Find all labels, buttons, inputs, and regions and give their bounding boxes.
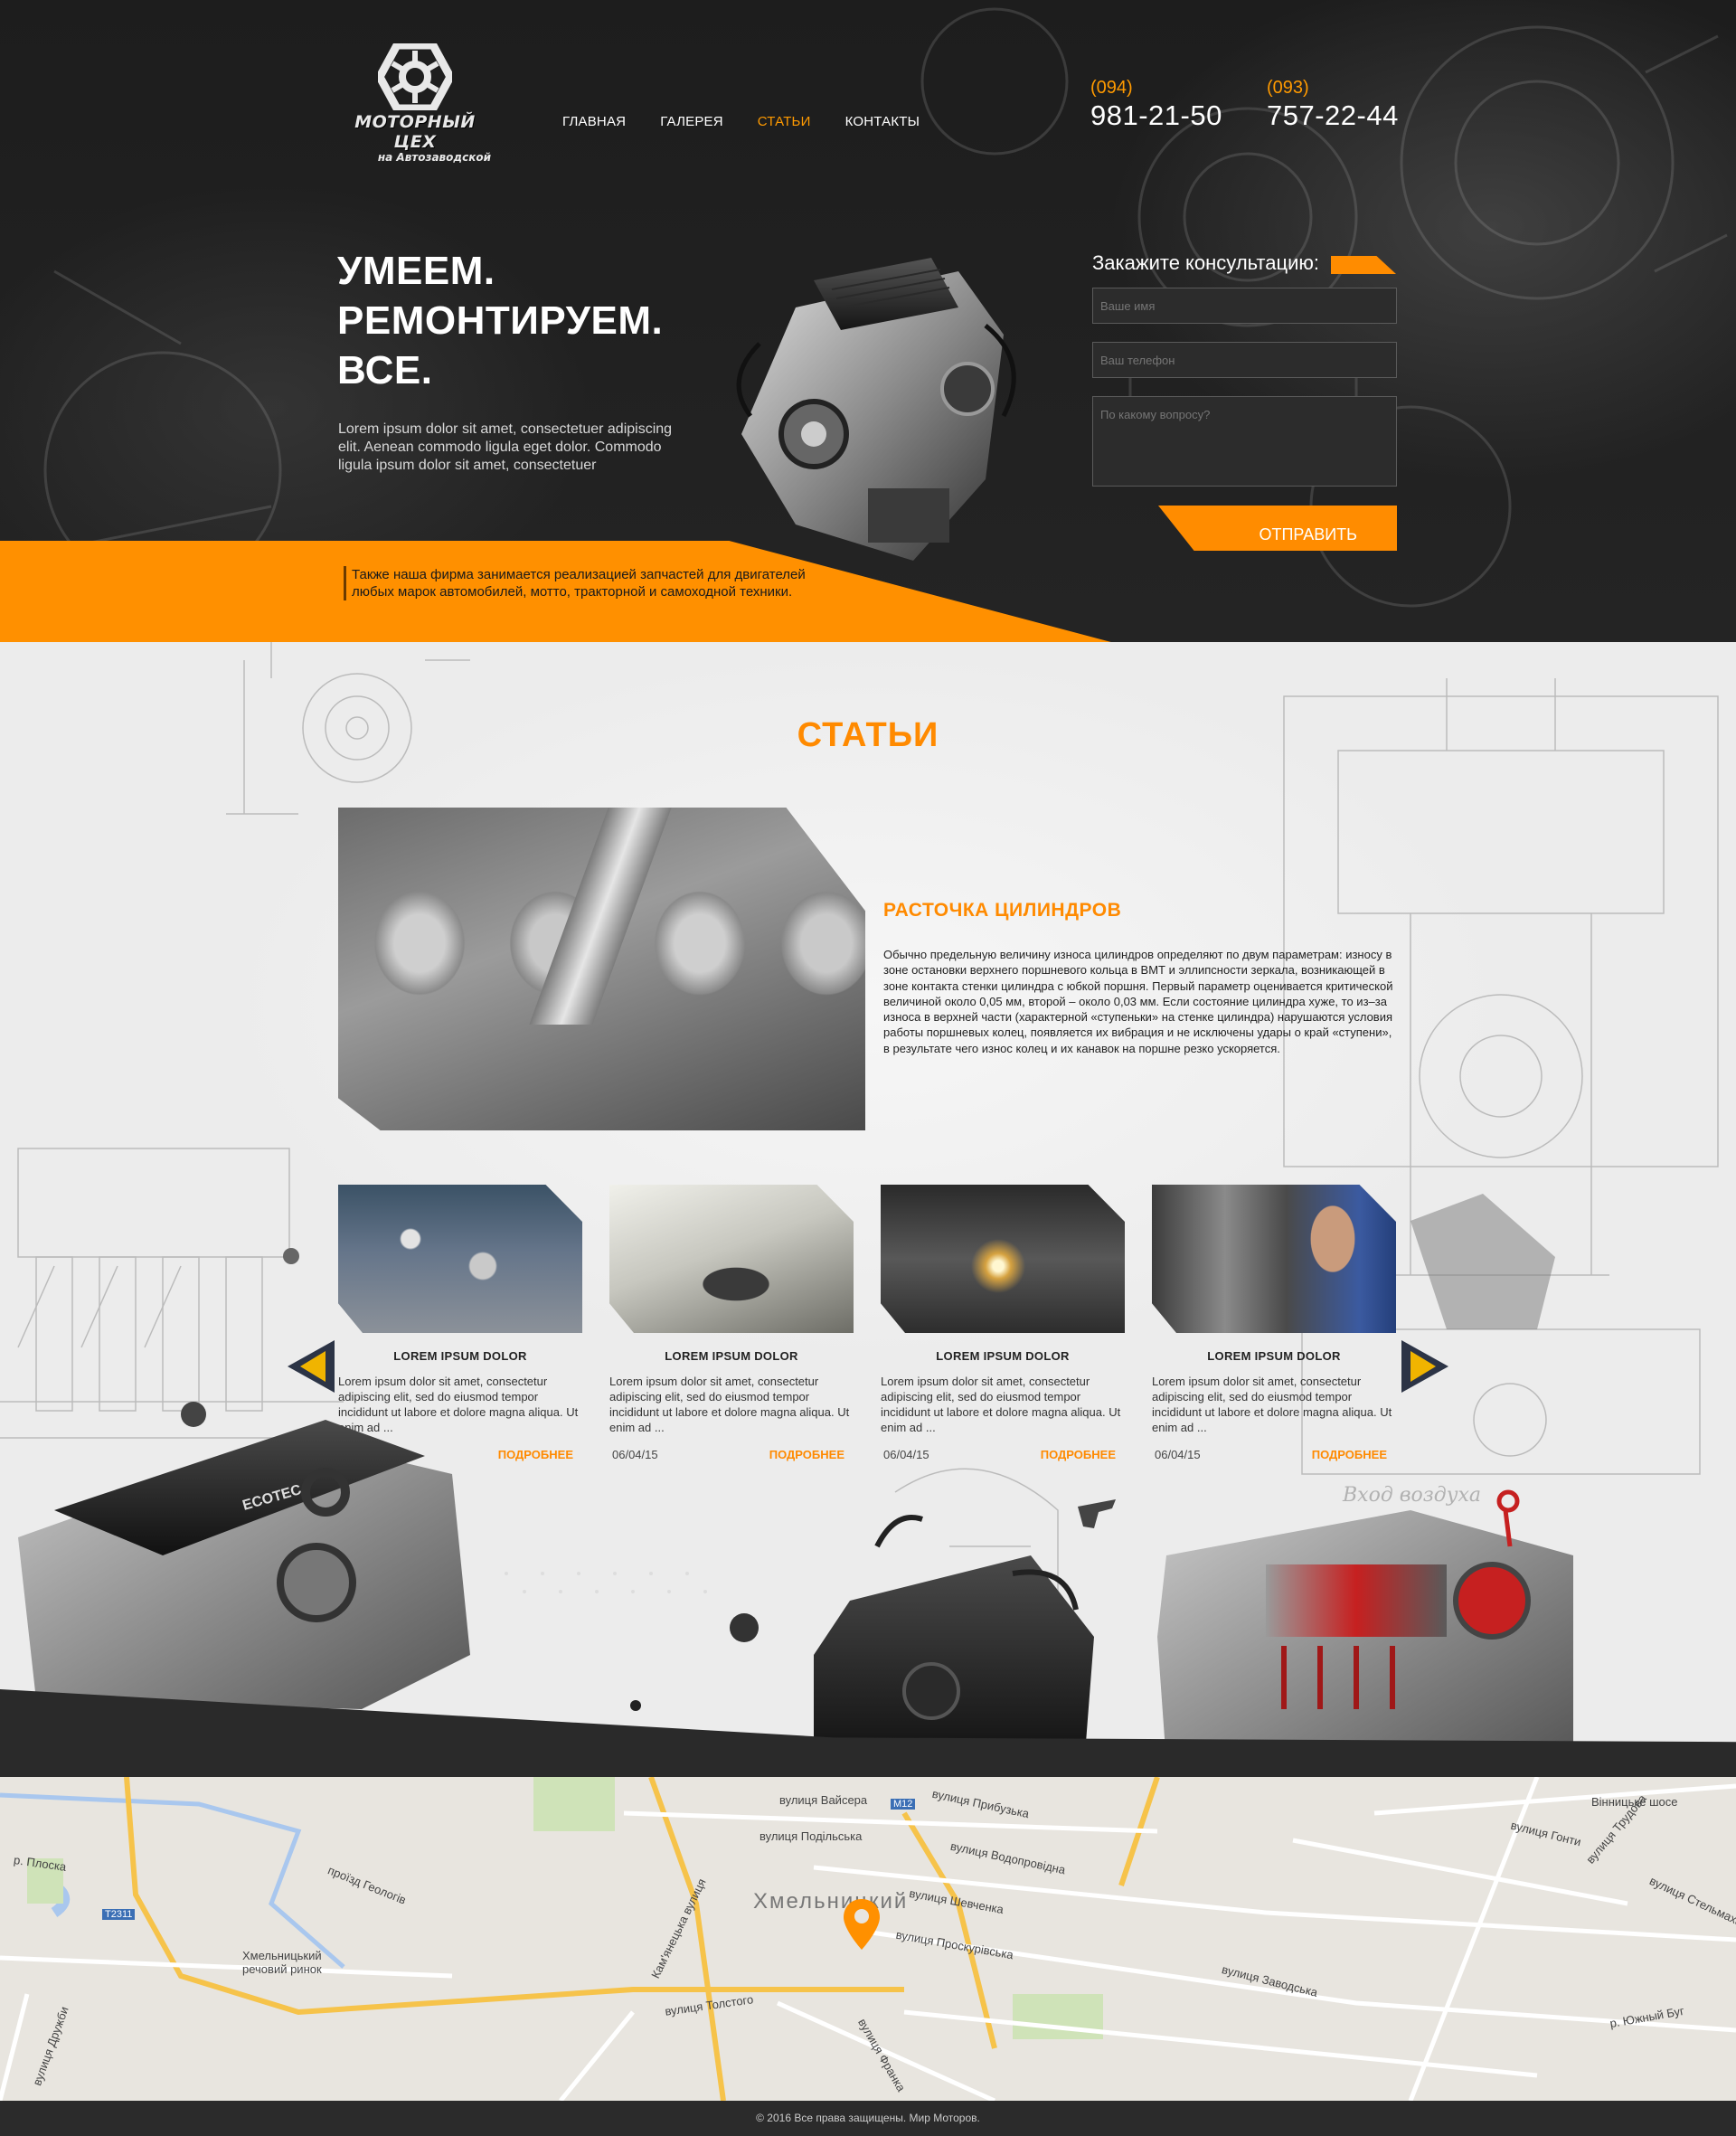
phone-1-number: 981-21-50 xyxy=(1090,99,1222,131)
article-card-more-link[interactable]: ПОДРОБНЕЕ xyxy=(498,1448,582,1461)
blueprint-background: Вход воздуха xyxy=(0,642,1719,1593)
article-card[interactable]: LOREM IPSUM DOLOR Lorem ipsum dolor sit … xyxy=(1152,1185,1396,1461)
featured-article-text: Обычно предельную величину износа цилинд… xyxy=(883,948,1393,1055)
engine-image xyxy=(736,258,1016,561)
articles-section: Вход воздуха СТАТЬИ РАСТОЧКА ЦИЛИНДРОВ О… xyxy=(0,642,1736,1777)
article-card-date: 06/04/15 xyxy=(341,1448,387,1461)
article-card-image[interactable] xyxy=(881,1185,1125,1333)
article-card[interactable]: LOREM IPSUM DOLOR Lorem ipsum dolor sit … xyxy=(609,1185,854,1461)
boring-tool-shape xyxy=(529,808,672,1025)
blueprint-label: Вход воздуха xyxy=(1342,1484,1481,1507)
map-road-badge: M12 xyxy=(891,1799,916,1810)
carousel-next-arrow-icon[interactable] xyxy=(1401,1340,1448,1393)
map-street-label: вулиця Вайсера xyxy=(779,1793,868,1807)
phone-2-number: 757-22-44 xyxy=(1267,99,1399,131)
article-card-image[interactable] xyxy=(609,1185,854,1333)
article-card-meta: 06/04/15 ПОДРОБНЕЕ xyxy=(338,1448,582,1461)
article-card-text: Lorem ipsum dolor sit amet, consectetur … xyxy=(881,1375,1121,1434)
featured-article-image[interactable] xyxy=(338,808,865,1130)
section-title: СТАТЬИ xyxy=(797,716,939,754)
location-map[interactable]: Хмельницкий вулиця Вайсера вулиця Поділь… xyxy=(0,1777,1736,2101)
article-card-image[interactable] xyxy=(1152,1185,1396,1333)
article-card-title[interactable]: LOREM IPSUM DOLOR xyxy=(1152,1349,1396,1363)
logo-title: МОТОРНЫЙ ЦЕХ xyxy=(354,112,476,152)
article-card-title[interactable]: LOREM IPSUM DOLOR xyxy=(609,1349,854,1363)
featured-article-title[interactable]: РАСТОЧКА ЦИЛИНДРОВ xyxy=(883,900,1121,922)
hero-headline: УМЕЕМ. РЕМОНТИРУЕМ. ВСЕ. xyxy=(337,246,663,395)
main-nav: ГЛАВНАЯ ГАЛЕРЕЯ СТАТЬИ КОНТАКТЫ xyxy=(562,114,920,129)
map-city-label: Хмельницкий xyxy=(753,1889,909,1914)
article-card-text: Lorem ipsum dolor sit amet, consectetur … xyxy=(1152,1375,1392,1434)
submit-button[interactable]: ОТПРАВИТЬ xyxy=(1158,506,1397,551)
nav-item-gallery[interactable]: ГАЛЕРЕЯ xyxy=(660,114,723,129)
nav-item-contacts[interactable]: КОНТАКТЫ xyxy=(845,114,920,129)
article-card-image[interactable] xyxy=(338,1185,582,1333)
article-card-more-link[interactable]: ПОДРОБНЕЕ xyxy=(769,1448,854,1461)
map-market-label: Хмельницький речовий ринок xyxy=(242,1949,322,1976)
article-card-text: Lorem ipsum dolor sit amet, consectetur … xyxy=(609,1375,850,1434)
map-street-label: вулиця Подільська xyxy=(760,1829,863,1843)
article-card-more-link[interactable]: ПОДРОБНЕЕ xyxy=(1312,1448,1396,1461)
article-card-more-link[interactable]: ПОДРОБНЕЕ xyxy=(1041,1448,1125,1461)
map-pin-icon[interactable] xyxy=(844,1899,880,1950)
article-card-meta: 06/04/15 ПОДРОБНЕЕ xyxy=(881,1448,1125,1461)
phone-1[interactable]: (094) 981-21-50 xyxy=(1090,78,1222,134)
logo-hex-gear-icon xyxy=(378,43,452,110)
footer: © 2016 Все права защищены. Мир Моторов. xyxy=(0,2101,1736,2136)
phone-2-code: (093) xyxy=(1267,78,1309,98)
phone-2[interactable]: (093) 757-22-44 xyxy=(1267,78,1399,134)
map-road-badge: T2311 xyxy=(102,1909,136,1920)
article-card-date: 06/04/15 xyxy=(612,1448,658,1461)
phone-input[interactable] xyxy=(1092,342,1397,378)
logo-subtitle: на Автозаводской xyxy=(377,151,491,164)
article-card-title[interactable]: LOREM IPSUM DOLOR xyxy=(338,1349,582,1363)
article-card-meta: 06/04/15 ПОДРОБНЕЕ xyxy=(1152,1448,1396,1461)
article-card[interactable]: LOREM IPSUM DOLOR Lorem ipsum dolor sit … xyxy=(881,1185,1125,1461)
article-card-title[interactable]: LOREM IPSUM DOLOR xyxy=(881,1349,1125,1363)
hero-section: МОТОРНЫЙ ЦЕХ на Автозаводской ГЛАВНАЯ ГА… xyxy=(0,0,1736,642)
logo[interactable]: МОТОРНЫЙ ЦЕХ на Автозаводской xyxy=(337,43,493,164)
hero-headline-line-2: РЕМОНТИРУЕМ. xyxy=(337,298,664,343)
article-card-date: 06/04/15 xyxy=(1155,1448,1201,1461)
carousel-prev-arrow-icon[interactable] xyxy=(288,1340,335,1393)
article-card-date: 06/04/15 xyxy=(883,1448,929,1461)
footer-copyright: © 2016 Все права защищены. Мир Моторов. xyxy=(756,2112,980,2124)
phone-1-code: (094) xyxy=(1090,78,1133,98)
nav-item-home[interactable]: ГЛАВНАЯ xyxy=(562,114,626,129)
article-card-text: Lorem ipsum dolor sit amet, consectetur … xyxy=(338,1375,579,1434)
hero-headline-line-1: УМЕЕМ. xyxy=(337,249,495,293)
question-textarea[interactable] xyxy=(1092,396,1397,487)
article-card-meta: 06/04/15 ПОДРОБНЕЕ xyxy=(609,1448,854,1461)
nav-item-articles[interactable]: СТАТЬИ xyxy=(758,114,811,129)
hero-text: Lorem ipsum dolor sit amet, consectetuer… xyxy=(338,421,673,473)
article-card[interactable]: LOREM IPSUM DOLOR Lorem ipsum dolor sit … xyxy=(338,1185,582,1461)
hero-headline-line-3: ВСЕ. xyxy=(337,348,433,392)
consultation-form-title: Закажите консультацию: xyxy=(1092,251,1319,274)
name-input[interactable] xyxy=(1092,288,1397,324)
